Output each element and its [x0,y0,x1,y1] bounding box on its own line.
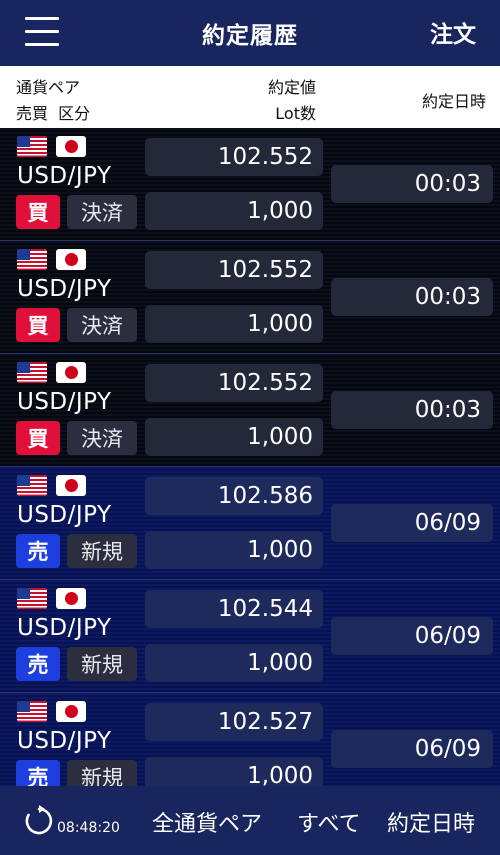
us-flag-icon [17,362,47,383]
execution-rate: 102.527 [145,703,323,741]
column-rate: 約定値 [267,78,316,97]
lot-amount: 1,000 [145,192,323,230]
column-header: 通貨ペア 売買 区分 約定値 Lot数 約定日時 [0,66,500,128]
column-datetime: 約定日時 [421,92,486,111]
column-pair: 通貨ペア [16,78,81,97]
us-flag-icon [17,701,47,722]
us-flag-icon [17,136,47,157]
execution-rate: 102.552 [145,364,323,402]
footer-bar: 08:48:20 全通貨ペア すべて 約定日時 [0,786,500,855]
side-badge: 売 [16,647,60,681]
kind-badge: 新規 [67,647,137,681]
lot-amount: 1,000 [145,418,323,456]
kind-badge: 決済 [67,195,137,229]
execution-datetime: 06/09 [331,504,493,542]
execution-rate: 102.552 [145,251,323,289]
lot-amount: 1,000 [145,644,323,682]
order-button[interactable]: 注文 [430,15,476,49]
us-flag-icon [17,588,47,609]
jp-flag-icon [56,249,86,270]
all-filter-button[interactable]: すべて [297,806,361,838]
column-side-kind: 売買 区分 [16,104,91,123]
execution-rate: 102.586 [145,477,323,515]
jp-flag-icon [56,136,86,157]
hamburger-menu-icon[interactable] [25,17,61,47]
side-badge: 買 [16,308,60,342]
execution-history-list[interactable]: USD/JPY 買 決済 102.552 1,000 00:03 USD/JPY… [0,128,500,786]
jp-flag-icon [56,701,86,722]
jp-flag-icon [56,475,86,496]
currency-pair: USD/JPY [17,615,112,641]
currency-pair: USD/JPY [17,163,112,189]
currency-pair: USD/JPY [17,276,112,302]
us-flag-icon [17,475,47,496]
sort-button[interactable]: 約定日時 [387,806,475,838]
column-lot: Lot数 [275,104,316,123]
currency-pair: USD/JPY [17,389,112,415]
kind-badge: 決済 [67,308,137,342]
execution-datetime: 00:03 [331,165,493,203]
execution-datetime: 06/09 [331,730,493,768]
jp-flag-icon [56,362,86,383]
side-badge: 売 [16,534,60,568]
history-row[interactable]: USD/JPY 売 新規 102.544 1,000 06/09 [0,580,500,693]
history-row[interactable]: USD/JPY 売 新規 102.527 1,000 06/09 [0,693,500,786]
execution-datetime: 00:03 [331,391,493,429]
kind-badge: 決済 [67,421,137,455]
us-flag-icon [17,249,47,270]
jp-flag-icon [56,588,86,609]
side-badge: 売 [16,760,60,786]
currency-pair: USD/JPY [17,728,112,754]
lot-amount: 1,000 [145,757,323,786]
header-bar: 約定履歴 注文 [0,0,500,66]
history-row[interactable]: USD/JPY 売 新規 102.586 1,000 06/09 [0,467,500,580]
execution-datetime: 06/09 [331,617,493,655]
last-update-time: 08:48:20 [57,820,120,836]
currency-pair: USD/JPY [17,502,112,528]
execution-rate: 102.544 [145,590,323,628]
refresh-icon[interactable] [22,804,56,838]
side-badge: 買 [16,421,60,455]
execution-datetime: 00:03 [331,278,493,316]
history-row[interactable]: USD/JPY 買 決済 102.552 1,000 00:03 [0,128,500,241]
kind-badge: 新規 [67,760,137,786]
side-badge: 買 [16,195,60,229]
lot-amount: 1,000 [145,305,323,343]
history-row[interactable]: USD/JPY 買 決済 102.552 1,000 00:03 [0,354,500,467]
page-title: 約定履歴 [202,23,298,49]
execution-rate: 102.552 [145,138,323,176]
history-row[interactable]: USD/JPY 買 決済 102.552 1,000 00:03 [0,241,500,354]
kind-badge: 新規 [67,534,137,568]
lot-amount: 1,000 [145,531,323,569]
pair-filter-button[interactable]: 全通貨ペア [152,806,262,838]
